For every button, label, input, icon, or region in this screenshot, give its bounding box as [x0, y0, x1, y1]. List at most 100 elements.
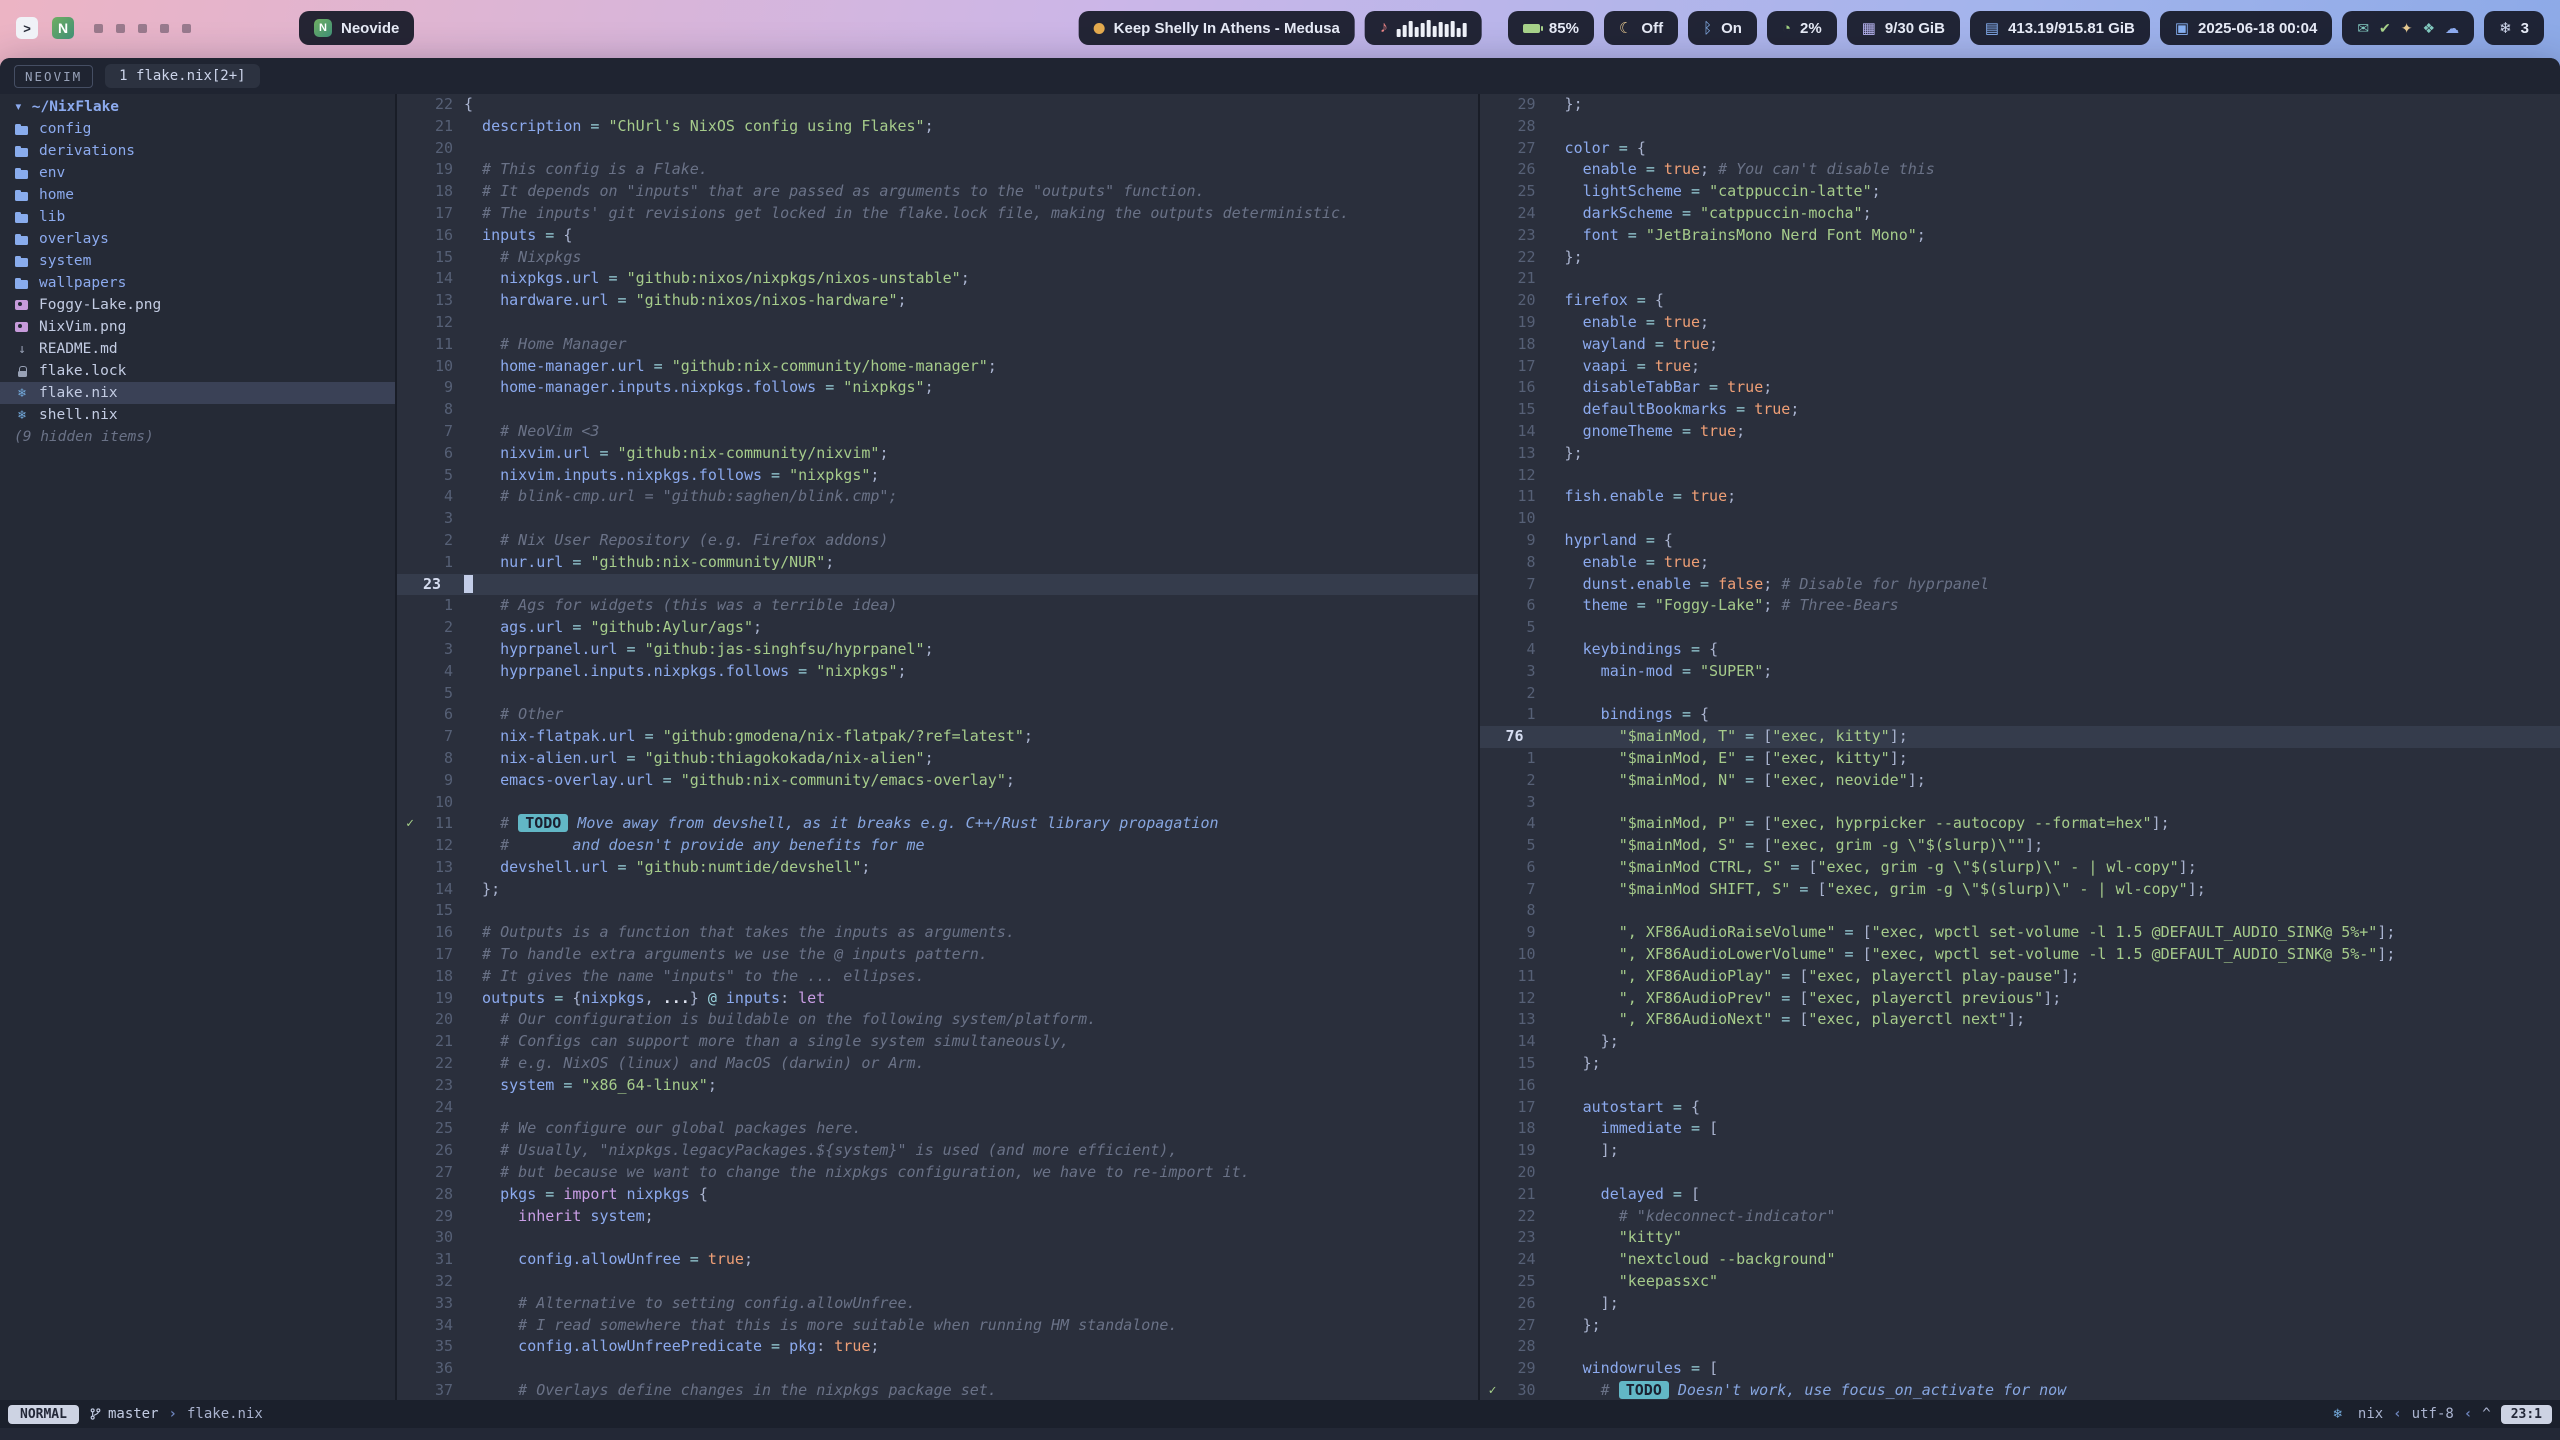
code-line[interactable]: ✓11 # TODO Move away from devshell, as i… — [397, 813, 1478, 835]
code-line[interactable]: 21 # Configs can support more than a sin… — [397, 1031, 1478, 1053]
code-line[interactable]: 5 — [1480, 617, 2560, 639]
code-line[interactable]: 27 # but because we want to change the n… — [397, 1162, 1478, 1184]
code-line[interactable]: 15 }; — [1480, 1053, 2560, 1075]
code-line[interactable]: 9 hyprland = { — [1480, 530, 2560, 552]
code-line[interactable]: 22 }; — [1480, 247, 2560, 269]
editor-pane-left[interactable]: 22{21 description = "ChUrl's NixOS confi… — [397, 94, 1478, 1400]
workspace-dot[interactable] — [116, 24, 125, 33]
code-line[interactable]: 26 enable = true; # You can't disable th… — [1480, 159, 2560, 181]
code-line[interactable]: 8 nix-alien.url = "github:thiagokokada/n… — [397, 748, 1478, 770]
code-line[interactable]: 13 hardware.url = "github:nixos/nixos-ha… — [397, 290, 1478, 312]
workspace-dot[interactable] — [182, 24, 191, 33]
paw-icon[interactable] — [2423, 20, 2436, 37]
code-line[interactable]: 28 — [1480, 116, 2560, 138]
tree-item-env[interactable]: env — [0, 162, 395, 184]
code-line[interactable]: 13 devshell.url = "github:numtide/devshe… — [397, 857, 1478, 879]
code-line[interactable]: 4 # blink-cmp.url = "github:saghen/blink… — [397, 486, 1478, 508]
code-line[interactable]: 76 "$mainMod, T" = ["exec, kitty"]; — [1480, 726, 2560, 748]
code-line[interactable]: 15 — [397, 900, 1478, 922]
code-line[interactable]: 31 config.allowUnfree = true; — [397, 1249, 1478, 1271]
code-line[interactable]: 1 "$mainMod, E" = ["exec, kitty"]; — [1480, 748, 2560, 770]
code-line[interactable]: 37 # Overlays define changes in the nixp… — [397, 1380, 1478, 1400]
workspace-dot[interactable] — [160, 24, 169, 33]
code-line[interactable]: 25 # We configure our global packages he… — [397, 1118, 1478, 1140]
code-line[interactable]: 7 dunst.enable = false; # Disable for hy… — [1480, 574, 2560, 596]
code-line[interactable]: 17 vaapi = true; — [1480, 356, 2560, 378]
code-line[interactable]: 1 # Ags for widgets (this was a terrible… — [397, 595, 1478, 617]
code-line[interactable]: 16 — [1480, 1075, 2560, 1097]
code-line[interactable]: 22{ — [397, 94, 1478, 116]
code-line[interactable]: 11 ", XF86AudioPlay" = ["exec, playerctl… — [1480, 966, 2560, 988]
cpu-widget[interactable]: 2% — [1767, 11, 1837, 45]
code-line[interactable]: 14 }; — [397, 879, 1478, 901]
code-line[interactable]: 24 darkScheme = "catppuccin-mocha"; — [1480, 203, 2560, 225]
code-line[interactable]: 7 # NeoVim <3 — [397, 421, 1478, 443]
code-line[interactable]: 20 firefox = { — [1480, 290, 2560, 312]
code-line[interactable]: 23 "kitty" — [1480, 1227, 2560, 1249]
code-line[interactable]: 9 ", XF86AudioRaiseVolume" = ["exec, wpc… — [1480, 922, 2560, 944]
code-line[interactable]: 16 disableTabBar = true; — [1480, 377, 2560, 399]
active-window-pill[interactable]: N Neovide — [299, 11, 414, 45]
code-line[interactable]: 23 — [397, 574, 1478, 596]
tree-item-flake.nix[interactable]: flake.nix — [0, 382, 395, 404]
code-line[interactable]: 5 nixvim.inputs.nixpkgs.follows = "nixpk… — [397, 465, 1478, 487]
code-line[interactable]: 21 — [1480, 268, 2560, 290]
code-line[interactable]: 16 inputs = { — [397, 225, 1478, 247]
battery-widget[interactable]: 85% — [1508, 11, 1594, 45]
tree-item-config[interactable]: config — [0, 118, 395, 140]
code-line[interactable]: 22 # e.g. NixOS (linux) and MacOS (darwi… — [397, 1053, 1478, 1075]
code-line[interactable]: 36 — [397, 1358, 1478, 1380]
code-line[interactable]: 29 windowrules = [ — [1480, 1358, 2560, 1380]
code-line[interactable]: 6 # Other — [397, 704, 1478, 726]
code-line[interactable]: 8 — [1480, 900, 2560, 922]
code-line[interactable]: 2 ags.url = "github:Aylur/ags"; — [397, 617, 1478, 639]
code-line[interactable]: 19 outputs = {nixpkgs, ...} @ inputs: le… — [397, 988, 1478, 1010]
code-line[interactable]: 29 }; — [1480, 94, 2560, 116]
tree-item-home[interactable]: home — [0, 184, 395, 206]
code-line[interactable]: 23 font = "JetBrainsMono Nerd Font Mono"… — [1480, 225, 2560, 247]
code-line[interactable]: 8 — [397, 399, 1478, 421]
code-line[interactable]: 13 }; — [1480, 443, 2560, 465]
code-line[interactable]: 29 inherit system; — [397, 1206, 1478, 1228]
buffer-tab[interactable]: 1 flake.nix[2+] — [105, 64, 259, 88]
code-line[interactable]: 27 color = { — [1480, 138, 2560, 160]
code-line[interactable]: 33 # Alternative to setting config.allow… — [397, 1293, 1478, 1315]
code-line[interactable]: 2 # Nix User Repository (e.g. Firefox ad… — [397, 530, 1478, 552]
code-line[interactable]: 5 "$mainMod, S" = ["exec, grim -g \"$(sl… — [1480, 835, 2560, 857]
code-line[interactable]: 20 — [397, 138, 1478, 160]
code-line[interactable]: 19 enable = true; — [1480, 312, 2560, 334]
code-line[interactable]: 6 "$mainMod CTRL, S" = ["exec, grim -g \… — [1480, 857, 2560, 879]
code-line[interactable]: 2 — [1480, 683, 2560, 705]
code-line[interactable]: 34 # I read somewhere that this is more … — [397, 1315, 1478, 1337]
code-line[interactable]: 9 home-manager.inputs.nixpkgs.follows = … — [397, 377, 1478, 399]
code-line[interactable]: 11 fish.enable = true; — [1480, 486, 2560, 508]
code-line[interactable]: 32 — [397, 1271, 1478, 1293]
tree-item-system[interactable]: system — [0, 250, 395, 272]
code-line[interactable]: 14 }; — [1480, 1031, 2560, 1053]
code-line[interactable]: 3 — [397, 508, 1478, 530]
code-line[interactable]: 13 ", XF86AudioNext" = ["exec, playerctl… — [1480, 1009, 2560, 1031]
code-line[interactable]: 14 gnomeTheme = true; — [1480, 421, 2560, 443]
code-line[interactable]: 19 ]; — [1480, 1140, 2560, 1162]
code-line[interactable]: 6 theme = "Foggy-Lake"; # Three-Bears — [1480, 595, 2560, 617]
code-line[interactable]: 3 main-mod = "SUPER"; — [1480, 661, 2560, 683]
code-line[interactable]: 7 "$mainMod SHIFT, S" = ["exec, grim -g … — [1480, 879, 2560, 901]
workspace-indicators[interactable] — [94, 24, 191, 33]
key-icon[interactable] — [2401, 20, 2413, 37]
code-line[interactable]: 15 defaultBookmarks = true; — [1480, 399, 2560, 421]
memory-widget[interactable]: 9/30 GiB — [1847, 11, 1960, 45]
code-line[interactable]: 7 nix-flatpak.url = "github:gmodena/nix-… — [397, 726, 1478, 748]
cloud-icon[interactable] — [2445, 20, 2459, 37]
editor-pane-right[interactable]: 29 };2827 color = {26 enable = true; # Y… — [1478, 94, 2560, 1400]
code-line[interactable]: 9 emacs-overlay.url = "github:nix-commun… — [397, 770, 1478, 792]
night-light-widget[interactable]: Off — [1604, 11, 1678, 45]
code-line[interactable]: 6 nixvim.url = "github:nix-community/nix… — [397, 443, 1478, 465]
code-line[interactable]: 3 — [1480, 792, 2560, 814]
code-line[interactable]: 10 — [1480, 508, 2560, 530]
neovim-workspace-icon[interactable]: N — [52, 17, 74, 39]
workspace-dot[interactable] — [94, 24, 103, 33]
code-line[interactable]: 21 description = "ChUrl's NixOS config u… — [397, 116, 1478, 138]
code-line[interactable]: 8 enable = true; — [1480, 552, 2560, 574]
tree-item-README.md[interactable]: README.md — [0, 338, 395, 360]
tree-item-lib[interactable]: lib — [0, 206, 395, 228]
